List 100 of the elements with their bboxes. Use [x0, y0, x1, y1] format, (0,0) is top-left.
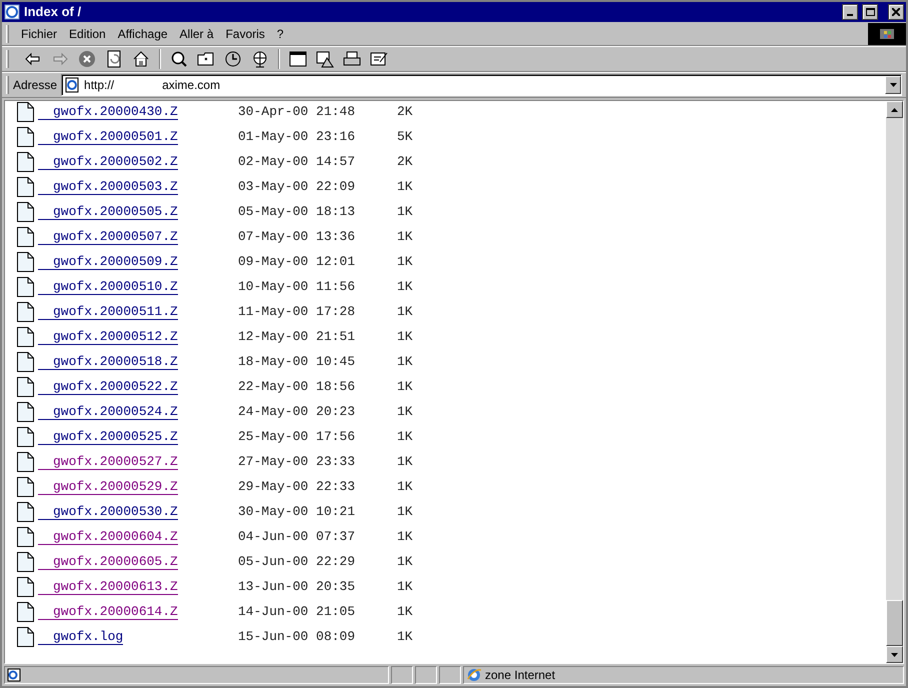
scrollbar[interactable] [886, 101, 903, 663]
date-text: 05-May-00 18:13 [238, 204, 356, 219]
file-link[interactable]: gwofx.20000510.Z [38, 279, 178, 295]
size-text: 1K [397, 229, 413, 244]
file-link[interactable]: gwofx.20000505.Z [38, 204, 178, 220]
file-link[interactable]: gwofx.20000512.Z [38, 329, 178, 345]
file-icon [17, 502, 34, 522]
date-text: 02-May-00 14:57 [238, 154, 356, 169]
date-text: 13-Jun-00 20:35 [238, 579, 356, 594]
menu-item[interactable]: Favoris [220, 24, 271, 42]
globe-icon[interactable] [251, 50, 269, 68]
size-text: 1K [397, 179, 413, 194]
globe-icon [466, 667, 482, 683]
file-icon [17, 177, 34, 197]
file-link[interactable]: gwofx.20000518.Z [38, 354, 178, 370]
size-text: 1K [397, 379, 413, 394]
file-link[interactable]: gwofx.20000613.Z [38, 579, 178, 595]
scroll-down-button[interactable] [886, 646, 903, 663]
address-field[interactable]: http:// axime.com [61, 74, 902, 96]
file-icon [17, 577, 34, 597]
file-link[interactable]: gwofx.20000503.Z [38, 179, 178, 195]
date-text: 09-May-00 12:01 [238, 254, 356, 269]
browser-icon [4, 4, 20, 20]
size-text: 1K [397, 279, 413, 294]
date-text: 30-May-00 10:21 [238, 504, 356, 519]
scroll-up-button[interactable] [886, 101, 903, 118]
file-link[interactable]: gwofx.20000509.Z [38, 254, 178, 270]
size-text: 1K [397, 604, 413, 619]
file-link[interactable]: gwofx.20000430.Z [38, 104, 178, 120]
address-label: Adresse [13, 77, 58, 94]
file-link[interactable]: gwofx.20000522.Z [38, 379, 178, 395]
file-icon [17, 452, 34, 472]
status-panel [391, 666, 413, 684]
stop-icon[interactable] [78, 50, 96, 68]
file-icon [17, 152, 34, 172]
caret-down-icon [891, 652, 898, 656]
refresh-icon[interactable] [105, 50, 123, 68]
date-text: 22-May-00 18:56 [238, 379, 356, 394]
file-icon [17, 252, 34, 272]
file-icon [17, 402, 34, 422]
maximize-button[interactable] [862, 4, 878, 20]
scroll-thumb[interactable] [886, 600, 903, 646]
minimize-button[interactable] [842, 4, 858, 20]
size-text: 1K [397, 404, 413, 419]
folder-icon[interactable] [197, 50, 215, 68]
file-link[interactable]: gwofx.20000507.Z [38, 229, 178, 245]
file-icon [17, 102, 34, 122]
date-text: 05-Jun-00 22:29 [238, 554, 356, 569]
file-link[interactable]: gwofx.20000604.Z [38, 529, 178, 545]
file-link[interactable]: gwofx.20000614.Z [38, 604, 178, 620]
file-link[interactable]: gwofx.20000530.Z [38, 504, 178, 520]
size-text: 1K [397, 204, 413, 219]
size-text: 1K [397, 304, 413, 319]
caret-down-icon [890, 83, 896, 87]
back-icon[interactable] [24, 50, 42, 68]
file-link[interactable]: gwofx.20000502.Z [38, 154, 178, 170]
home-icon[interactable] [132, 50, 150, 68]
file-link[interactable]: gwofx.20000527.Z [38, 454, 178, 470]
history-icon[interactable] [224, 50, 242, 68]
file-link[interactable]: gwofx.20000511.Z [38, 304, 178, 320]
date-text: 03-May-00 22:09 [238, 179, 356, 194]
dropdown-button[interactable] [885, 76, 901, 94]
file-icon [17, 527, 34, 547]
status-panel [439, 666, 461, 684]
forward-icon[interactable] [51, 50, 69, 68]
date-text: 29-May-00 22:33 [238, 479, 356, 494]
size-text: 1K [397, 554, 413, 569]
file-icon [17, 552, 34, 572]
file-link[interactable]: gwofx.20000529.Z [38, 479, 178, 495]
file-link[interactable]: gwofx.log [38, 629, 124, 645]
menu-item[interactable]: ? [270, 24, 290, 42]
file-link[interactable]: gwofx.20000605.Z [38, 554, 178, 570]
file-link[interactable]: gwofx.20000501.Z [38, 129, 178, 145]
browser-icon [7, 668, 21, 682]
close-button[interactable] [888, 4, 904, 20]
status-panel [415, 666, 437, 684]
date-text: 14-Jun-00 21:05 [238, 604, 356, 619]
window-icon[interactable] [289, 50, 307, 68]
size-text: 1K [397, 329, 413, 344]
menu-item[interactable]: Fichier [15, 24, 64, 42]
date-text: 15-Jun-00 08:09 [238, 629, 356, 644]
date-text: 10-May-00 11:56 [238, 279, 356, 294]
size-text: 2K [397, 104, 413, 119]
file-icon [17, 227, 34, 247]
size-text: 2K [397, 154, 413, 169]
menu-item[interactable]: Affichage [112, 24, 174, 42]
menu-item[interactable]: Aller à [174, 24, 220, 42]
date-text: 12-May-00 21:51 [238, 329, 356, 344]
caret-up-icon [891, 108, 898, 112]
file-link[interactable]: gwofx.20000525.Z [38, 429, 178, 445]
print-icon[interactable] [343, 50, 361, 68]
file-icon [17, 202, 34, 222]
file-link[interactable]: gwofx.20000524.Z [38, 404, 178, 420]
menu-item[interactable]: Edition [63, 24, 112, 42]
file-icon [17, 352, 34, 372]
size-text: 5K [397, 129, 413, 144]
edit-icon[interactable] [370, 50, 388, 68]
date-text: 07-May-00 13:36 [238, 229, 356, 244]
search-icon[interactable] [170, 50, 188, 68]
file-icon [17, 302, 34, 322]
